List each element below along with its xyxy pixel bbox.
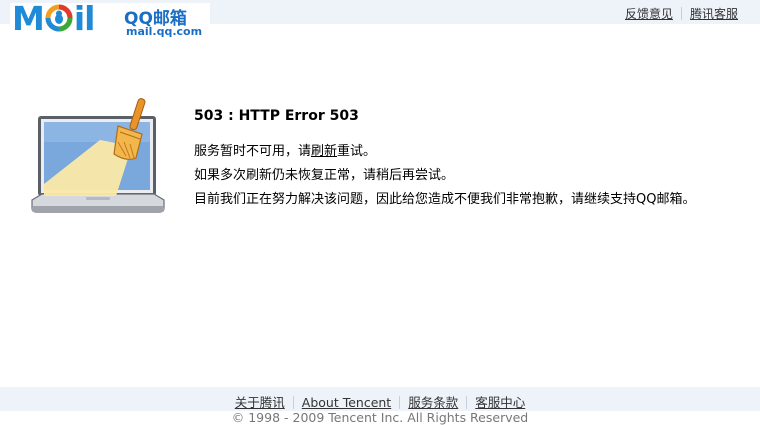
logo-url-text: mail.qq.com (126, 25, 203, 38)
terms-link[interactable]: 服务条款 (408, 395, 458, 410)
help-center-link[interactable]: 客服中心 (475, 395, 525, 410)
logo-letter-l: l (84, 0, 95, 38)
logo-letter-i: i (73, 0, 85, 38)
error-line-2: 如果多次刷新仍未恢复正常，请稍后再尝试。 (194, 168, 455, 183)
logo-wordmark: Moil (12, 0, 96, 38)
error-message: 503 : HTTP Error 503 服务暂时不可用，请刷新重试。 如果多次… (194, 108, 695, 212)
about-tencent-link[interactable]: About Tencent (302, 395, 391, 410)
logo-ring-icon (45, 4, 73, 32)
logo-letter-m: M (12, 0, 45, 38)
divider (399, 396, 401, 409)
refresh-link[interactable]: 刷新 (311, 144, 337, 159)
divider (292, 396, 294, 409)
error-line-1: 服务暂时不可用，请刷新重试。 (194, 144, 377, 159)
error-title: 503 : HTTP Error 503 (194, 108, 359, 124)
qq-mail-logo[interactable]: Moil QQ邮箱 mail.qq.com (10, 0, 210, 39)
customer-service-link[interactable]: 腾讯客服 (690, 7, 738, 21)
copyright: © 1998 - 2009 Tencent Inc. All Rights Re… (231, 410, 529, 425)
footer-links: 关于腾讯 About Tencent 服务条款 客服中心 (235, 387, 526, 411)
top-links: 反馈意见 腾讯客服 (625, 5, 738, 22)
feedback-link[interactable]: 反馈意见 (625, 7, 673, 21)
divider (680, 7, 682, 20)
laptop-broom-illustration (31, 98, 165, 213)
error-line-3: 目前我们正在努力解决该问题，因此给您造成不便我们非常抱歉，请继续支持QQ邮箱。 (194, 192, 696, 207)
footer-bar: 关于腾讯 About Tencent 服务条款 客服中心 (0, 387, 760, 411)
divider (466, 396, 468, 409)
about-tencent-cn-link[interactable]: 关于腾讯 (235, 395, 285, 410)
logo-letter-o: o (45, 4, 73, 32)
